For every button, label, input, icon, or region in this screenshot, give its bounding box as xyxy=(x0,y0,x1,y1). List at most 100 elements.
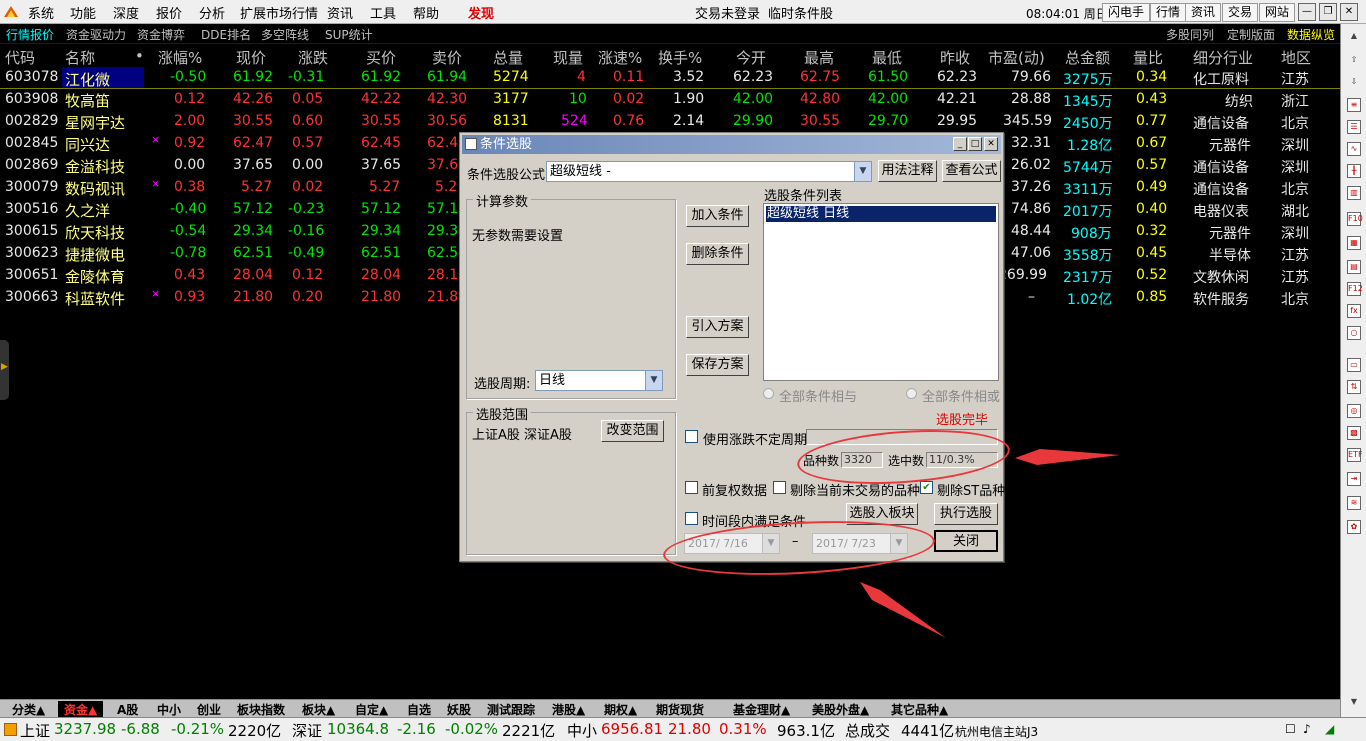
tab-fund-game[interactable]: 资金博弈 xyxy=(137,26,185,43)
tab-sector[interactable]: 板块▲ xyxy=(302,701,335,718)
arrow-down-icon[interactable]: ⇩ xyxy=(1347,76,1361,90)
grid-icon[interactable]: ▩ xyxy=(1347,426,1361,440)
scroll-up-icon[interactable]: ▲ xyxy=(1347,30,1361,44)
sz-label[interactable]: 深证 xyxy=(292,720,322,741)
col-pe[interactable]: 市盈(动) xyxy=(988,47,1045,68)
table-row[interactable]: 603078 江化微 -0.50 61.92 -0.31 61.92 61.94… xyxy=(0,67,1340,89)
server-station[interactable]: 杭州电信主站J3 xyxy=(955,723,1038,740)
formula-icon[interactable]: fx xyxy=(1347,304,1361,318)
formula-select[interactable]: 超级短线 - ▼ xyxy=(546,161,872,182)
sh-label[interactable]: 上证 xyxy=(20,720,50,741)
add-condition-button[interactable]: 加入条件 xyxy=(686,205,749,227)
f10-icon[interactable]: F10 xyxy=(1347,212,1363,226)
menu-help[interactable]: 帮助 xyxy=(413,3,439,22)
exclude-st-checkbox[interactable]: ✔ xyxy=(920,481,933,494)
website-button[interactable]: 网站 xyxy=(1259,3,1296,22)
tab-sme[interactable]: 中小 xyxy=(157,701,181,718)
col-region[interactable]: 地区 xyxy=(1281,47,1311,68)
tab-a-share[interactable]: A股 xyxy=(117,701,138,718)
tray-icon[interactable]: ☐ xyxy=(1285,722,1296,736)
tab-data-overview[interactable]: 数据纵览 xyxy=(1287,26,1335,43)
col-ask[interactable]: 卖价 xyxy=(432,47,462,68)
delete-condition-button[interactable]: 删除条件 xyxy=(686,243,749,265)
minimize-icon[interactable]: — xyxy=(1298,3,1316,21)
document-icon[interactable]: ▤ xyxy=(1347,260,1361,274)
tab-sector-index[interactable]: 板块指数 xyxy=(237,701,285,718)
tab-fund[interactable]: 资金▲ xyxy=(58,701,104,718)
col-low[interactable]: 最低 xyxy=(872,47,902,68)
table-icon[interactable]: ▦ xyxy=(1347,236,1361,250)
tab-multi-stock[interactable]: 多股同列 xyxy=(1166,26,1214,43)
circle-icon[interactable]: ○ xyxy=(1347,326,1361,340)
col-name[interactable]: 名称 xyxy=(65,47,95,68)
period-select[interactable]: 日线 ▼ xyxy=(535,370,663,391)
usage-notes-button[interactable]: 用法注释 xyxy=(878,160,937,182)
execute-selection-button[interactable]: 执行选股 xyxy=(934,503,998,525)
tab-dde-rank[interactable]: DDE排名 xyxy=(201,26,251,43)
list-item[interactable]: 超级短线 日线 xyxy=(766,206,996,222)
flash-trade-button[interactable]: 闪电手 xyxy=(1102,3,1151,22)
trade-button[interactable]: 交易 xyxy=(1222,3,1259,22)
menu-discover[interactable]: 发现 xyxy=(468,3,494,22)
tab-test-track[interactable]: 测试跟踪 xyxy=(487,701,535,718)
chevron-down-icon[interactable]: ▼ xyxy=(645,371,662,390)
tab-custom-layout[interactable]: 定制版面 xyxy=(1227,26,1275,43)
menu-news[interactable]: 资讯 xyxy=(327,3,353,22)
list-icon[interactable]: ☰ xyxy=(1347,120,1361,134)
tab-watchlist[interactable]: 自选 xyxy=(407,701,431,718)
scroll-down-icon[interactable]: ▼ xyxy=(1347,696,1361,710)
tab-options[interactable]: 期权▲ xyxy=(604,701,637,718)
col-open[interactable]: 今开 xyxy=(736,47,766,68)
arrow-up-icon[interactable]: ⇧ xyxy=(1347,54,1361,68)
col-volume[interactable]: 总量 xyxy=(493,47,523,68)
change-scope-button[interactable]: 改变范围 xyxy=(601,420,664,442)
sort-icon[interactable]: ⇅ xyxy=(1347,380,1361,394)
col-cur-volume[interactable]: 现量 xyxy=(553,47,583,68)
tab-custom[interactable]: 自定▲ xyxy=(355,701,388,718)
dialog-close-icon[interactable]: ✕ xyxy=(984,137,998,151)
tab-category[interactable]: 分类▲ xyxy=(12,701,45,718)
menu-tools[interactable]: 工具 xyxy=(370,3,396,22)
menu-analysis[interactable]: 分析 xyxy=(199,3,225,22)
dialog-minimize-icon[interactable]: _ xyxy=(953,137,967,151)
adjust-checkbox[interactable] xyxy=(685,481,698,494)
col-high[interactable]: 最高 xyxy=(804,47,834,68)
view-formula-button[interactable]: 查看公式 xyxy=(942,160,1001,182)
close-button[interactable]: 关闭 xyxy=(934,530,998,552)
col-turnover[interactable]: 换手% xyxy=(658,47,702,68)
quote-button[interactable]: 行情 xyxy=(1150,3,1187,22)
layers-icon[interactable]: ≋ xyxy=(1347,496,1361,510)
menu-system[interactable]: 系统 xyxy=(28,3,54,22)
tab-us-stocks[interactable]: 美股外盘▲ xyxy=(812,701,869,718)
chevron-down-icon[interactable]: ▼ xyxy=(854,162,871,181)
col-change[interactable]: 涨跌 xyxy=(298,47,328,68)
folder-icon[interactable]: ▭ xyxy=(1347,358,1361,372)
volatile-period-checkbox[interactable] xyxy=(685,430,698,443)
tab-fund-drive[interactable]: 资金驱动力 xyxy=(66,26,126,43)
line-chart-icon[interactable]: ∿ xyxy=(1347,142,1361,156)
bell-icon[interactable]: ♪ xyxy=(1303,722,1311,736)
col-vol-ratio[interactable]: 量比 xyxy=(1133,47,1163,68)
gear-icon[interactable]: ✿ xyxy=(1347,520,1361,534)
target-icon[interactable]: ◎ xyxy=(1347,404,1361,418)
menu-depth[interactable]: 深度 xyxy=(113,3,139,22)
col-industry[interactable]: 细分行业 xyxy=(1193,47,1253,68)
exclude-untraded-checkbox[interactable] xyxy=(773,481,786,494)
table-row[interactable]: 002829 星网宇达 2.00 30.55 0.60 30.55 30.56 … xyxy=(0,111,1340,133)
sme-label[interactable]: 中小 xyxy=(567,720,597,741)
tab-sup-stats[interactable]: SUP统计 xyxy=(325,26,373,43)
col-bid[interactable]: 买价 xyxy=(366,47,396,68)
tab-futures[interactable]: 期货现货 xyxy=(656,701,704,718)
dialog-titlebar[interactable]: 条件选股 _ □ ✕ xyxy=(462,135,1001,154)
col-price[interactable]: 现价 xyxy=(236,47,266,68)
import-plan-button[interactable]: 引入方案 xyxy=(686,316,749,338)
etf-icon[interactable]: ETF xyxy=(1347,448,1363,462)
table-row[interactable]: 603908 牧高笛 0.12 42.26 0.05 42.22 42.30 3… xyxy=(0,89,1340,111)
f12-icon[interactable]: F12 xyxy=(1347,282,1363,296)
col-amount[interactable]: 总金额 xyxy=(1065,47,1110,68)
menu-function[interactable]: 功能 xyxy=(70,3,96,22)
col-speed[interactable]: 涨速% xyxy=(598,47,642,68)
menu-quote[interactable]: 报价 xyxy=(156,3,182,22)
dialog-maximize-icon[interactable]: □ xyxy=(968,137,982,151)
tab-gem[interactable]: 创业 xyxy=(197,701,221,718)
